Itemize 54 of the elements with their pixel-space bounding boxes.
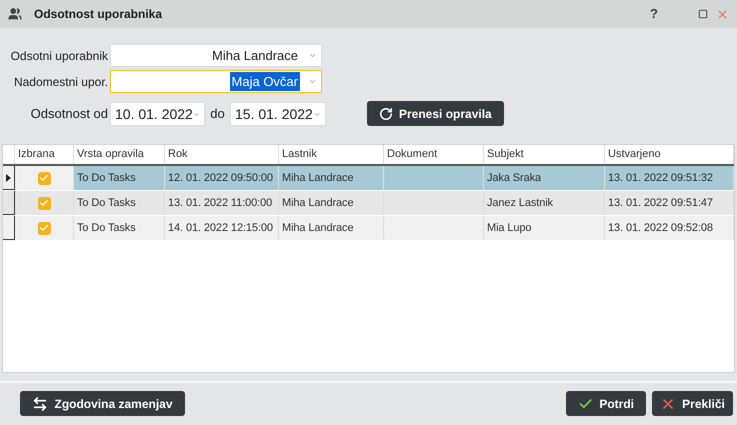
table-cell-text: To Do Tasks <box>77 196 136 211</box>
field-label: do <box>209 105 226 124</box>
column-header[interactable]: Dokument <box>384 145 484 164</box>
date-field[interactable]: 15. 01. 2022 <box>230 102 326 126</box>
field-label: Nadomestni upor. <box>12 74 108 90</box>
date-value: 10. 01. 2022 <box>115 104 193 124</box>
table-cell-text: To Do Tasks <box>77 170 136 186</box>
checkbox[interactable] <box>38 222 50 234</box>
maximize-icon[interactable] <box>698 9 708 19</box>
column-header[interactable]: Subjekt <box>484 145 605 164</box>
table-cell-text: Miha Landrace <box>282 220 354 236</box>
table-cell-text: To Do Tasks <box>77 220 136 236</box>
column-header[interactable]: Izbrana <box>15 145 74 164</box>
users-icon <box>8 7 22 21</box>
table-cell-text: Miha Landrace <box>282 196 354 211</box>
table-cell-text: 13. 01. 2022 11:00:00 <box>168 196 272 211</box>
window-title: Odsotnost uporabnika <box>34 6 164 23</box>
date-field[interactable]: 10. 01. 2022 <box>110 102 205 126</box>
dropdown-field[interactable]: Maja Ovčar <box>110 70 322 93</box>
field-label: Odsotni uporabnik <box>10 48 108 64</box>
swap-icon <box>32 396 48 412</box>
field-value: Maja Ovčar <box>230 72 300 92</box>
caret-icon <box>308 51 317 60</box>
caret-icon <box>308 77 317 86</box>
table-row[interactable]: To Do Tasks 12. 01. 2022 09:50:00 Miha Landrace Jaka Sraka 13. 01. 2022 09:51:32 <box>3 166 734 191</box>
date-value: 15. 01. 2022 <box>235 104 313 124</box>
close-icon[interactable] <box>716 8 729 20</box>
column-header[interactable]: Ustvarjeno <box>605 145 734 164</box>
field-label: Odsotnost od <box>30 105 108 124</box>
table-cell-text: Miha Landrace <box>282 170 354 186</box>
table-cell-text: 13. 01. 2022 09:51:32 <box>608 170 713 186</box>
table-cell-text: 13. 01. 2022 09:51:47 <box>608 196 713 211</box>
refresh-icon <box>379 106 393 120</box>
transfer-tasks-button[interactable]: Prenesi opravila <box>367 101 504 126</box>
table-row[interactable]: To Do Tasks 14. 01. 2022 12:15:00 Miha Landrace Mia Lupo 13. 01. 2022 09:52:08 <box>3 216 734 241</box>
current-row-icon <box>6 174 11 182</box>
table-cell-text: 12. 01. 2022 09:50:00 <box>168 170 273 186</box>
column-header[interactable]: Vrsta opravila <box>74 145 165 164</box>
column-header[interactable]: Lastnik <box>279 145 384 164</box>
table-cell-text: Jaka Sraka <box>487 170 542 186</box>
dropdown-field[interactable]: Miha Landrace <box>110 44 322 67</box>
table-cell-text: Mia Lupo <box>487 220 532 236</box>
help-button[interactable]: ? <box>650 4 658 24</box>
field-value: Miha Landrace <box>211 46 299 65</box>
cancel-button[interactable]: Prekliči <box>652 391 733 416</box>
table-cell-text: Janez Lastnik <box>487 196 553 211</box>
checkbox[interactable] <box>38 196 50 210</box>
history-button[interactable]: Zgodovina zamenjav <box>20 391 185 416</box>
table-row[interactable]: To Do Tasks 13. 01. 2022 11:00:00 Miha Landrace Janez Lastnik 13. 01. 2022 09:51:47 <box>3 191 734 216</box>
confirm-button[interactable]: Potrdi <box>566 391 646 416</box>
checkbox[interactable] <box>38 172 50 184</box>
column-header[interactable]: Rok <box>165 145 279 164</box>
table-cell-text: 14. 01. 2022 12:15:00 <box>168 220 273 236</box>
table-cell-text: 13. 01. 2022 09:52:08 <box>608 220 713 236</box>
